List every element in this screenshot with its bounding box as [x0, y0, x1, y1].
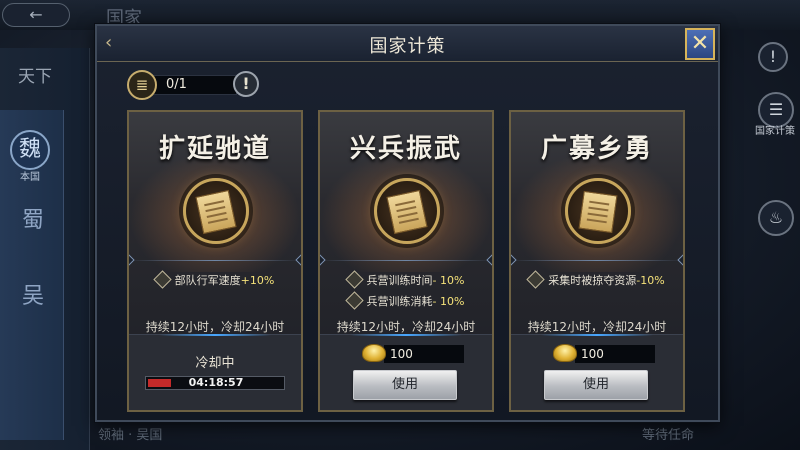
scroll-emblem-icon: [374, 178, 440, 244]
flame-book-icon[interactable]: ♨: [758, 200, 794, 236]
policy-effect: 兵营训练时间- 10%: [320, 270, 492, 289]
use-button[interactable]: 使用: [544, 370, 648, 400]
buff-icon: [526, 270, 545, 289]
divider: [320, 260, 492, 261]
cost-row: 100: [553, 344, 655, 364]
card-bottom-panel: [129, 334, 301, 410]
buff-icon: [344, 291, 364, 310]
kingdom-sub-label: 本国: [20, 172, 40, 183]
token-count: 0/1: [153, 75, 237, 95]
policy-card-training: 兴兵振武 兵营训练时间- 10% 兵营训练消耗- 10% 持续12小时，冷却24…: [318, 110, 494, 412]
scroll-icon: ≣: [127, 70, 157, 100]
policy-title: 扩延驰道: [158, 134, 271, 164]
cost-value: 100: [384, 345, 464, 363]
divider: [129, 260, 301, 261]
card-bottom-glow: [541, 334, 653, 336]
book-emblem-icon: [565, 178, 631, 244]
dialog-title: 国家计策: [369, 36, 446, 57]
right-icon-column: ! ☰ 国家计策 ♨: [750, 30, 800, 450]
card-bottom-glow: [350, 334, 462, 336]
national-policy-label: 国家计策: [755, 126, 795, 137]
policy-duration: 持续12小时，冷却24小时: [527, 320, 667, 334]
cooldown-time: 04:18:57: [188, 376, 244, 389]
cost-value: 100: [575, 345, 655, 363]
gold-ingot-icon: [553, 344, 577, 362]
policy-duration: 持续12小时，冷却24小时: [336, 320, 476, 334]
crossed-swords-icon[interactable]: ✕: [685, 28, 715, 60]
policy-effect: 兵营训练消耗- 10%: [320, 291, 492, 310]
kingdom-list: 魏 本国 蜀 吴: [0, 110, 64, 440]
tab-tianxia[interactable]: 天下: [18, 62, 52, 87]
policy-title: 广募乡勇: [540, 134, 653, 164]
national-policy-dialog: ‹ 国家计策 ✕ 0/1 ≣ ! 扩延驰道 部队行军速度+10% 持续12小时，…: [95, 24, 720, 422]
card-bottom-glow: [159, 334, 271, 336]
kingdom-item-wu[interactable]: 吴: [8, 278, 58, 310]
back-button[interactable]: ←: [2, 3, 70, 27]
scroll-emblem-icon: [183, 178, 249, 244]
use-button[interactable]: 使用: [353, 370, 457, 400]
dialog-header: ‹ 国家计策 ✕: [97, 26, 718, 62]
policy-title: 兴兵振武: [349, 134, 462, 164]
divider: [511, 260, 683, 261]
buff-icon: [344, 270, 364, 289]
gold-ingot-icon: [362, 344, 386, 362]
policy-effect: 部队行军速度+10%: [129, 270, 301, 289]
cooldown-bar: 04:18:57: [145, 376, 285, 390]
policy-effect: 采集时被掠夺资源-10%: [511, 270, 683, 289]
bottom-strip: 领袖 · 吴国 等待任命: [90, 418, 750, 450]
cost-row: 100: [362, 344, 464, 364]
cooldown-label: 冷却中: [195, 356, 235, 371]
buff-icon: [152, 270, 172, 289]
policy-card-militia: 广募乡勇 采集时被掠夺资源-10% 持续12小时，冷却24小时 100 使用: [509, 110, 685, 412]
kingdom-item-shu[interactable]: 蜀: [8, 202, 58, 234]
info-icon[interactable]: !: [233, 71, 259, 97]
alert-icon[interactable]: !: [758, 42, 788, 72]
policy-duration: 持续12小时，冷却24小时: [145, 320, 285, 334]
policy-card-road: 扩延驰道 部队行军速度+10% 持续12小时，冷却24小时 冷却中 04:18:…: [127, 110, 303, 412]
kingdom-item-wei[interactable]: 魏: [10, 130, 50, 170]
bottom-left-text: 领袖 · 吴国: [98, 428, 163, 443]
bottom-right-text: 等待任命: [642, 428, 695, 443]
